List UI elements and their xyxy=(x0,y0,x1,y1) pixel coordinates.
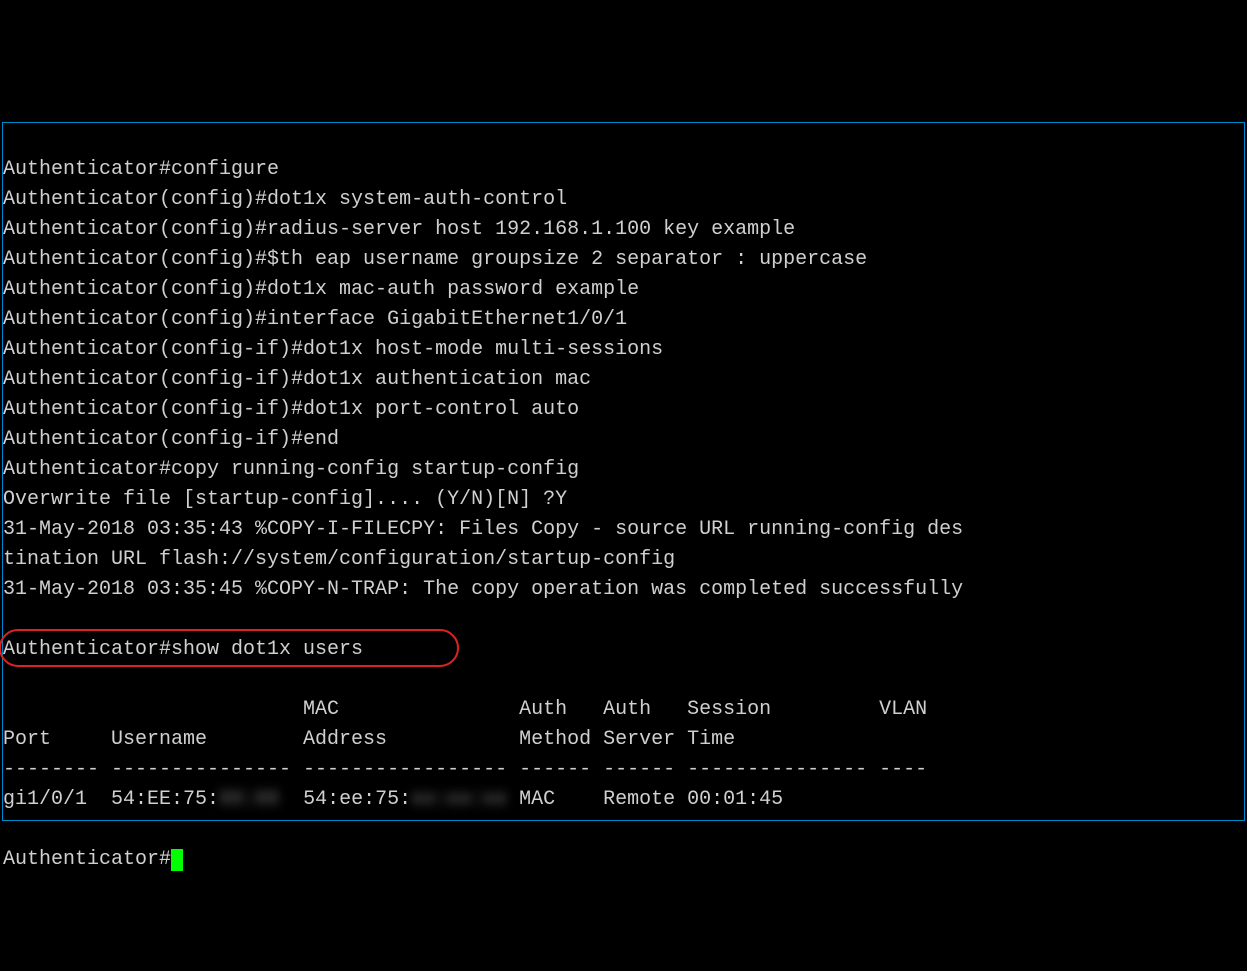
terminal-line: Authenticator(config)#interface GigabitE… xyxy=(3,308,627,331)
terminal-line: 31-May-2018 03:35:45 %COPY-N-TRAP: The c… xyxy=(3,578,963,601)
prompt-line[interactable]: Authenticator# xyxy=(3,848,183,871)
terminal-line: Authenticator(config)#dot1x system-auth-… xyxy=(3,188,567,211)
terminal-line: Authenticator(config-if)#dot1x port-cont… xyxy=(3,398,579,421)
table-row: gi1/0/1 54:EE:75:XX:XX 54:ee:75:xx:xx:xx… xyxy=(3,788,783,811)
highlighted-command-box: Authenticator#show dot1x users xyxy=(3,635,363,665)
terminal-line: Authenticator#copy running-config startu… xyxy=(3,458,579,481)
terminal-line: Authenticator(config-if)#dot1x host-mode… xyxy=(3,338,663,361)
terminal-window[interactable]: Authenticator#configure Authenticator(co… xyxy=(2,122,1245,821)
terminal-line: 31-May-2018 03:35:43 %COPY-I-FILECPY: Fi… xyxy=(3,518,963,541)
table-divider: -------- --------------- ---------------… xyxy=(3,758,927,781)
table-header-2: Port Username Address Method Server Time xyxy=(3,728,735,751)
terminal-line: Authenticator(config)#radius-server host… xyxy=(3,218,795,241)
terminal-line: Authenticator(config-if)#dot1x authentic… xyxy=(3,368,591,391)
row-rest: MAC Remote 00:01:45 xyxy=(507,788,783,811)
cursor-block xyxy=(171,849,183,871)
terminal-line: Authenticator#configure xyxy=(3,158,279,181)
highlighted-command: Authenticator#show dot1x users xyxy=(3,638,363,661)
row-username-prefix: 54:EE:75: xyxy=(111,788,219,811)
final-prompt: Authenticator# xyxy=(3,848,171,871)
row-mac-prefix: 54:ee:75: xyxy=(279,788,411,811)
row-username-redacted: XX:XX xyxy=(219,788,279,811)
terminal-line: Authenticator(config)#$th eap username g… xyxy=(3,248,867,271)
terminal-line: Authenticator(config)#dot1x mac-auth pas… xyxy=(3,278,639,301)
terminal-line: Authenticator(config-if)#end xyxy=(3,428,339,451)
terminal-line: Overwrite file [startup-config].... (Y/N… xyxy=(3,488,567,511)
terminal-line: tination URL flash://system/configuratio… xyxy=(3,548,675,571)
row-port: gi1/0/1 xyxy=(3,788,111,811)
row-mac-redacted: xx:xx:xx xyxy=(411,788,507,811)
table-header-1: MAC Auth Auth Session VLAN xyxy=(3,698,927,721)
